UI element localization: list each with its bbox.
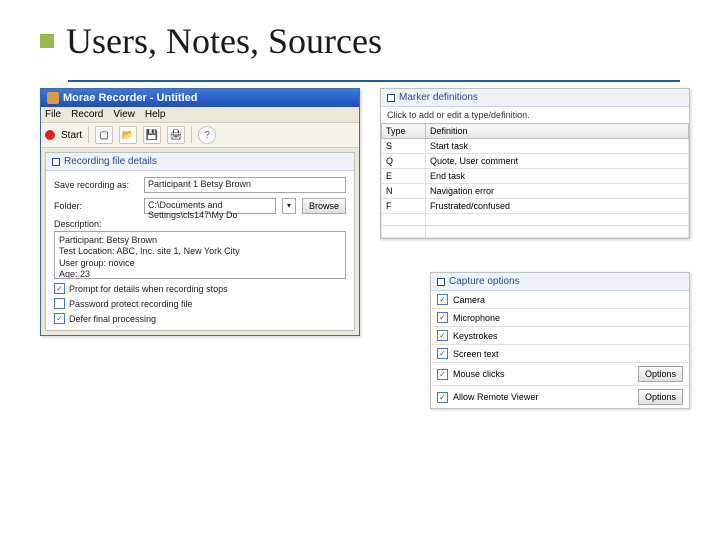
recording-details-pane: Recording file details Save recording as… bbox=[45, 152, 355, 331]
checkbox-icon: ✓ bbox=[437, 369, 448, 380]
cell-def: End task bbox=[426, 169, 689, 184]
title-divider bbox=[68, 80, 680, 82]
pane-header: Recording file details bbox=[46, 153, 354, 171]
table-row-empty[interactable] bbox=[382, 226, 689, 238]
checkbox-label: Password protect recording file bbox=[69, 299, 193, 309]
new-file-icon[interactable]: ▢ bbox=[95, 126, 113, 144]
checkbox-icon: ✓ bbox=[437, 348, 448, 359]
capture-row[interactable]: ✓ Screen text bbox=[431, 345, 689, 363]
table-row[interactable]: FFrustrated/confused bbox=[382, 199, 689, 214]
menu-view[interactable]: View bbox=[113, 109, 135, 120]
checkbox-icon: ✓ bbox=[437, 294, 448, 305]
cell-type: N bbox=[382, 184, 426, 199]
description-textarea[interactable]: Participant: Betsy Brown Test Location: … bbox=[54, 231, 346, 279]
menu-record[interactable]: Record bbox=[71, 109, 103, 120]
save-input[interactable]: Participant 1 Betsy Brown bbox=[144, 177, 346, 193]
capture-row[interactable]: ✓ Keystrokes bbox=[431, 327, 689, 345]
capture-label: Mouse clicks bbox=[453, 369, 505, 379]
menu-file[interactable]: File bbox=[45, 109, 61, 120]
cell-def: Start task bbox=[426, 139, 689, 154]
capture-row[interactable]: ✓ Microphone bbox=[431, 309, 689, 327]
capture-header: Capture options bbox=[431, 273, 689, 291]
checkbox-label: Defer final processing bbox=[69, 314, 156, 324]
checkbox-icon: ✓ bbox=[437, 392, 448, 403]
desc-line: Participant: Betsy Brown bbox=[59, 235, 341, 246]
app-icon bbox=[47, 92, 59, 104]
help-icon[interactable]: ? bbox=[198, 126, 216, 144]
title-bullet bbox=[40, 34, 54, 48]
toolbar: Start ▢ 📂 💾 🖨 ? bbox=[41, 122, 359, 148]
collapse-icon[interactable] bbox=[437, 278, 445, 286]
cell-def: Quote, User comment bbox=[426, 154, 689, 169]
table-row[interactable]: SStart task bbox=[382, 139, 689, 154]
capture-row[interactable]: ✓ Mouse clicks Options bbox=[431, 363, 689, 386]
table-row[interactable]: EEnd task bbox=[382, 169, 689, 184]
checkbox-icon: ✓ bbox=[437, 312, 448, 323]
checkbox-row[interactable]: ✓ Defer final processing bbox=[54, 313, 346, 324]
desc-line: Age: 23 bbox=[59, 269, 341, 279]
recorder-window: Morae Recorder - Untitled File Record Vi… bbox=[40, 88, 360, 336]
toolbar-sep bbox=[88, 127, 89, 143]
capture-row[interactable]: ✓ Camera bbox=[431, 291, 689, 309]
capture-row[interactable]: ✓ Allow Remote Viewer Options bbox=[431, 386, 689, 408]
cell-type: F bbox=[382, 199, 426, 214]
table-row[interactable]: QQuote, User comment bbox=[382, 154, 689, 169]
checkbox-icon: ✓ bbox=[54, 283, 65, 294]
table-row-empty[interactable] bbox=[382, 214, 689, 226]
capture-label: Camera bbox=[453, 295, 485, 305]
col-type[interactable]: Type bbox=[382, 124, 426, 139]
desc-line: Test Location: ABC, Inc. site 1, New Yor… bbox=[59, 246, 341, 257]
options-button[interactable]: Options bbox=[638, 389, 683, 405]
capture-label: Keystrokes bbox=[453, 331, 498, 341]
open-icon[interactable]: 📂 bbox=[119, 126, 137, 144]
pane-title-text: Recording file details bbox=[64, 156, 157, 167]
table-row[interactable]: NNavigation error bbox=[382, 184, 689, 199]
checkbox-label: Prompt for details when recording stops bbox=[69, 284, 228, 294]
desc-label: Description: bbox=[54, 219, 346, 229]
menubar: File Record View Help bbox=[41, 107, 359, 122]
desc-line: User group: novice bbox=[59, 258, 341, 269]
markers-table[interactable]: Type Definition SStart task QQuote, User… bbox=[381, 123, 689, 238]
folder-dropdown[interactable]: ▾ bbox=[282, 198, 296, 214]
page-title: Users, Notes, Sources bbox=[66, 20, 382, 62]
col-definition[interactable]: Definition bbox=[426, 124, 689, 139]
markers-hint: Click to add or edit a type/definition. bbox=[381, 107, 689, 123]
capture-panel: Capture options ✓ Camera ✓ Microphone ✓ … bbox=[430, 272, 690, 409]
toolbar-sep-2 bbox=[191, 127, 192, 143]
folder-input[interactable]: C:\Documents and Settings\cls147\My Do bbox=[144, 198, 276, 214]
checkbox-icon bbox=[54, 298, 65, 309]
start-button[interactable]: Start bbox=[61, 130, 82, 141]
capture-title: Capture options bbox=[449, 276, 520, 287]
markers-header: Marker definitions bbox=[381, 89, 689, 107]
window-titlebar: Morae Recorder - Untitled bbox=[41, 89, 359, 107]
save-icon[interactable]: 💾 bbox=[143, 126, 161, 144]
checkbox-icon: ✓ bbox=[54, 313, 65, 324]
window-title: Morae Recorder - Untitled bbox=[63, 92, 197, 104]
capture-label: Screen text bbox=[453, 349, 499, 359]
markers-panel: Marker definitions Click to add or edit … bbox=[380, 88, 690, 239]
print-icon[interactable]: 🖨 bbox=[167, 126, 185, 144]
options-button[interactable]: Options bbox=[638, 366, 683, 382]
menu-help[interactable]: Help bbox=[145, 109, 166, 120]
cell-type: S bbox=[382, 139, 426, 154]
cell-def: Frustrated/confused bbox=[426, 199, 689, 214]
cell-type: E bbox=[382, 169, 426, 184]
checkbox-icon: ✓ bbox=[437, 330, 448, 341]
capture-label: Allow Remote Viewer bbox=[453, 392, 538, 402]
checkbox-row[interactable]: ✓ Prompt for details when recording stop… bbox=[54, 283, 346, 294]
browse-button[interactable]: Browse bbox=[302, 198, 346, 214]
checkbox-row[interactable]: Password protect recording file bbox=[54, 298, 346, 309]
save-label: Save recording as: bbox=[54, 180, 138, 190]
collapse-icon[interactable] bbox=[52, 158, 60, 166]
cell-def: Navigation error bbox=[426, 184, 689, 199]
markers-title: Marker definitions bbox=[399, 92, 478, 103]
record-icon bbox=[45, 130, 55, 140]
cell-type: Q bbox=[382, 154, 426, 169]
capture-label: Microphone bbox=[453, 313, 500, 323]
collapse-icon[interactable] bbox=[387, 94, 395, 102]
folder-label: Folder: bbox=[54, 201, 138, 211]
